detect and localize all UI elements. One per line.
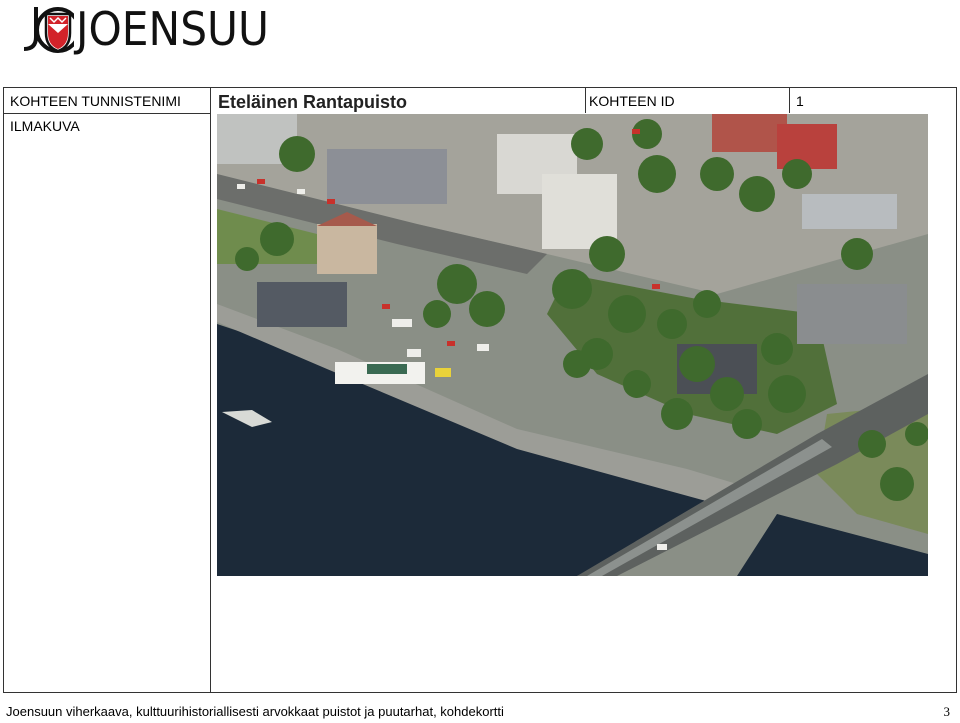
column-divider: [585, 88, 586, 113]
city-logo: JOENSUU: [14, 2, 269, 56]
column-divider: [210, 88, 211, 692]
name-label: KOHTEEN TUNNISTENIMI: [10, 93, 181, 109]
object-name: Eteläinen Rantapuisto: [218, 92, 408, 112]
aerial-photo: [217, 114, 928, 576]
footer-text: Joensuun viherkaava, kulttuurihistoriall…: [6, 704, 504, 719]
page-number: 3: [943, 704, 951, 719]
aerial-photo-label: ILMAKUVA: [10, 118, 80, 134]
joensuu-crest-icon: [23, 7, 74, 53]
aerial-photo-image: [217, 114, 928, 576]
logo-wordmark: JOENSUU: [76, 2, 270, 56]
id-value: 1: [796, 93, 804, 109]
id-label: KOHTEEN ID: [589, 93, 675, 109]
row-divider: [4, 113, 210, 114]
column-divider: [789, 88, 790, 113]
